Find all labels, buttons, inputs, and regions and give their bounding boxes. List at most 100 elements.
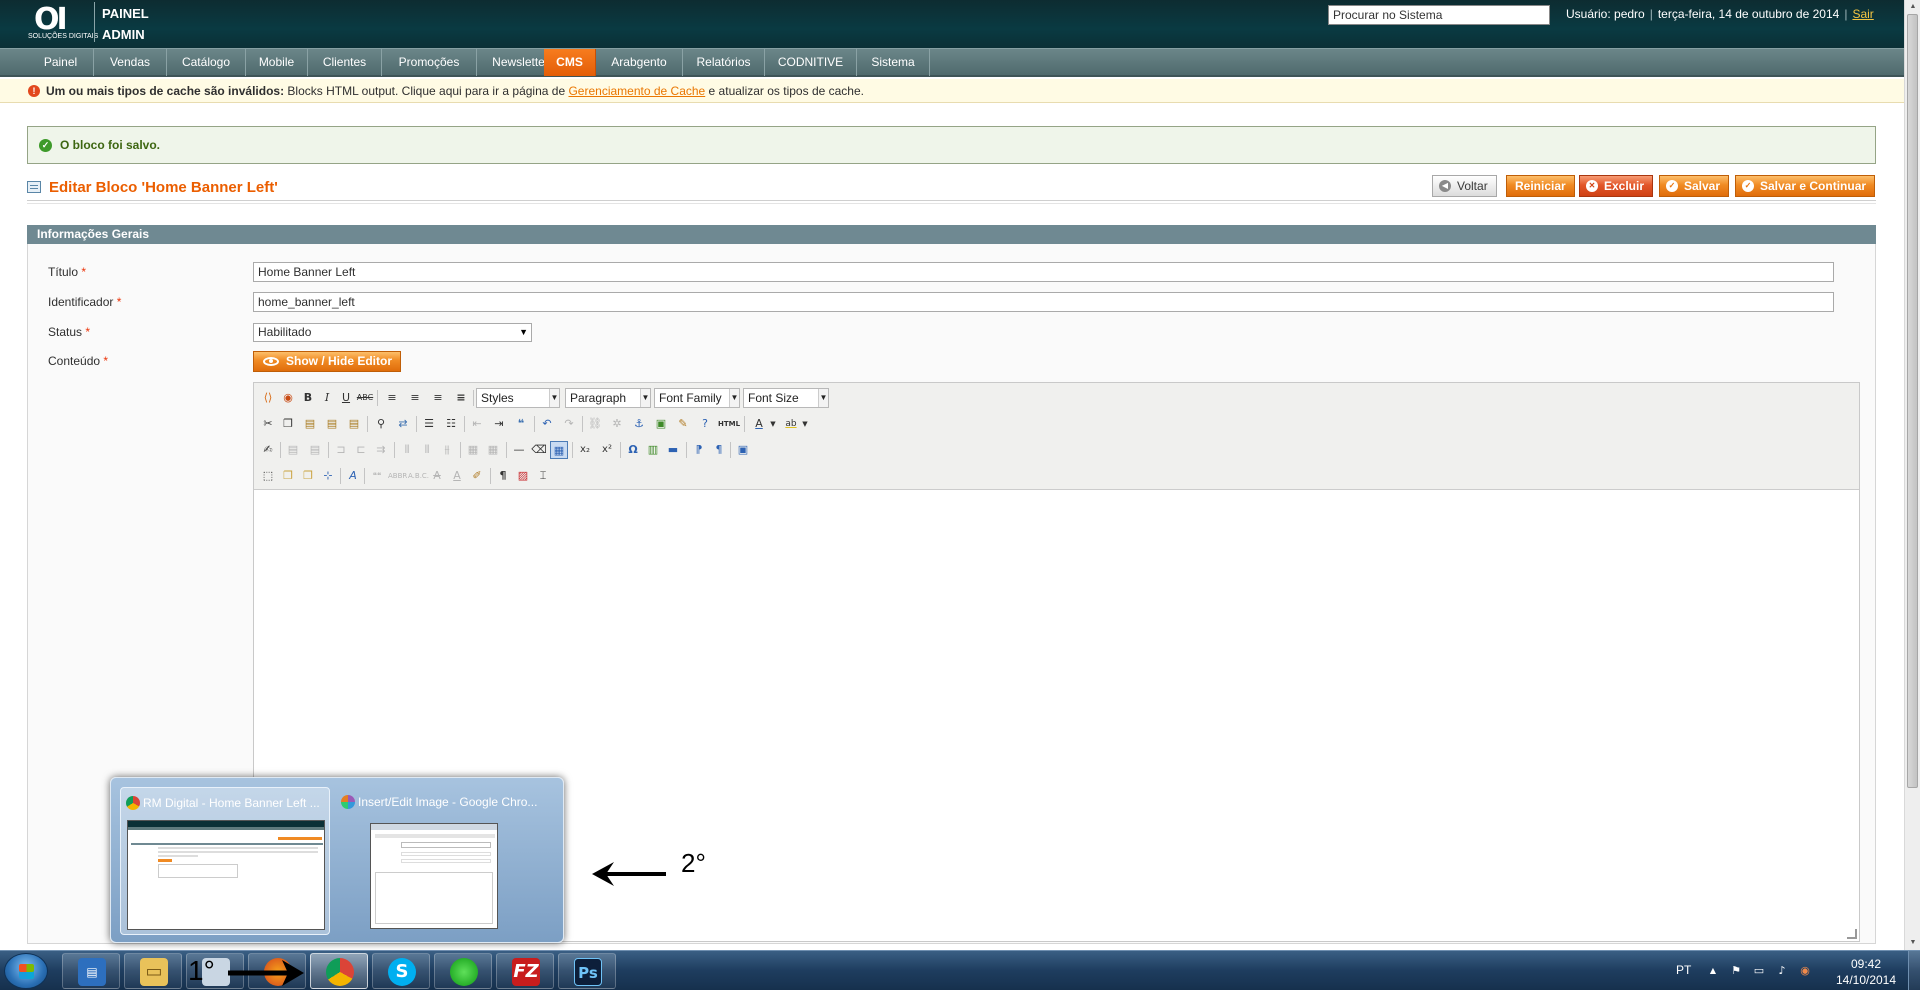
- save-button[interactable]: ✓ Salvar: [1659, 175, 1730, 197]
- cache-management-link[interactable]: Gerenciamento de Cache: [568, 84, 705, 98]
- font-family-dropdown[interactable]: Font Family ▼: [654, 388, 740, 408]
- move-backward-icon[interactable]: ❐: [299, 467, 317, 485]
- network-icon[interactable]: ▭: [1752, 964, 1766, 978]
- nav-promocoes[interactable]: Promoções: [382, 49, 477, 76]
- merge-cells-icon[interactable]: ▦: [484, 441, 502, 459]
- absolute-icon[interactable]: ⇉: [372, 441, 390, 459]
- acronym-icon[interactable]: A.B.C.: [408, 467, 429, 485]
- show-desktop-button[interactable]: [1908, 951, 1920, 990]
- taskbar-app-1[interactable]: ▤: [62, 953, 120, 989]
- delete-col-icon[interactable]: ⫵: [438, 441, 456, 459]
- underline-icon[interactable]: U: [337, 389, 355, 407]
- input-language[interactable]: PT: [1676, 963, 1691, 977]
- nav-relatorios[interactable]: Relatórios: [683, 49, 765, 76]
- unlink-icon[interactable]: ✲: [608, 415, 626, 433]
- redo-icon[interactable]: ↷: [560, 415, 578, 433]
- paste-word-icon[interactable]: ▤: [345, 415, 363, 433]
- deletion-icon[interactable]: A: [428, 467, 446, 485]
- nav-mobile[interactable]: Mobile: [246, 49, 308, 76]
- insert-row-before-icon[interactable]: ▤: [284, 441, 302, 459]
- text-color-arrow-icon[interactable]: ▼: [768, 415, 778, 433]
- nav-vendas[interactable]: Vendas: [94, 49, 167, 76]
- insert-col-after-icon[interactable]: ⫴: [418, 441, 436, 459]
- clock-time[interactable]: 09:42: [1836, 957, 1896, 971]
- nav-catalogo[interactable]: Catálogo: [167, 49, 246, 76]
- insert-col-before-icon[interactable]: ⫴: [398, 441, 416, 459]
- insert-variable-icon[interactable]: ◉: [279, 389, 297, 407]
- move-forward-icon[interactable]: ❐: [279, 467, 297, 485]
- nav-painel[interactable]: Painel: [28, 49, 94, 76]
- blockquote-icon[interactable]: ❝: [512, 415, 530, 433]
- format-dropdown[interactable]: Paragraph ▼: [565, 388, 651, 408]
- remove-format-icon[interactable]: ⌫: [530, 441, 548, 459]
- taskbar-filezilla[interactable]: FZ: [496, 953, 554, 989]
- taskbar-skype[interactable]: S: [372, 953, 430, 989]
- horizontal-rule-icon[interactable]: —: [510, 441, 528, 459]
- outdent-icon[interactable]: ⇤: [468, 415, 486, 433]
- link-icon[interactable]: ⛓: [586, 415, 604, 433]
- cut-icon[interactable]: ✂: [259, 415, 277, 433]
- background-color-arrow-icon[interactable]: ▼: [800, 415, 810, 433]
- show-hidden-icons-icon[interactable]: ▲: [1706, 964, 1720, 978]
- media-icon[interactable]: ▥: [644, 441, 662, 459]
- logout-link[interactable]: Sair: [1852, 7, 1873, 21]
- superscript-icon[interactable]: x²: [598, 441, 616, 459]
- insert-row-after-icon[interactable]: ▤: [306, 441, 324, 459]
- scrollbar-thumb[interactable]: [1907, 14, 1918, 788]
- insert-widget-icon[interactable]: ⟨⟩: [259, 389, 277, 407]
- show-blocks-icon[interactable]: ¶: [494, 467, 512, 485]
- ltr-icon[interactable]: ⁋: [690, 441, 708, 459]
- html-source-icon[interactable]: HTML: [716, 415, 742, 433]
- back-button[interactable]: ◀ Voltar: [1432, 175, 1497, 197]
- styles-dropdown[interactable]: Styles ▼: [476, 388, 560, 408]
- crop-icon[interactable]: ⊹: [319, 467, 337, 485]
- align-center-icon[interactable]: ≡: [406, 389, 424, 407]
- attributes-icon[interactable]: ✐: [468, 467, 486, 485]
- edit-css-icon[interactable]: ✍: [259, 441, 277, 459]
- taskbar-explorer[interactable]: ▭: [124, 953, 182, 989]
- template-icon[interactable]: ▨: [514, 467, 532, 485]
- paste-icon[interactable]: ▤: [301, 415, 319, 433]
- replace-icon[interactable]: ⇄: [394, 415, 412, 433]
- thumbnail-chrome-main[interactable]: RM Digital - Home Banner Left ...: [120, 787, 330, 935]
- global-search-input[interactable]: [1328, 5, 1550, 25]
- nonbreaking-icon[interactable]: ⌶: [534, 467, 552, 485]
- image-icon[interactable]: ▣: [652, 415, 670, 433]
- cleanup-icon[interactable]: ✎: [674, 415, 692, 433]
- page-break-icon[interactable]: ▬: [664, 441, 682, 459]
- help-icon[interactable]: ?: [696, 415, 714, 433]
- page-scrollbar[interactable]: ▲ ▼: [1904, 0, 1920, 950]
- taskbar-photoshop[interactable]: Ps: [558, 953, 616, 989]
- undo-icon[interactable]: ↶: [538, 415, 556, 433]
- font-size-dropdown[interactable]: Font Size ▼: [743, 388, 829, 408]
- cite-icon[interactable]: ❝❝: [368, 467, 386, 485]
- bold-icon[interactable]: B: [299, 389, 317, 407]
- clock-date[interactable]: 14/10/2014: [1828, 973, 1904, 987]
- nav-sistema[interactable]: Sistema: [857, 49, 930, 76]
- split-cells-icon[interactable]: ▦: [464, 441, 482, 459]
- bullet-list-icon[interactable]: ☰: [420, 415, 438, 433]
- strikethrough-icon[interactable]: ABC: [356, 389, 374, 407]
- action-center-flag-icon[interactable]: ⚑: [1729, 964, 1743, 978]
- italic-icon[interactable]: I: [318, 389, 336, 407]
- align-left-icon[interactable]: ≡: [383, 389, 401, 407]
- start-button[interactable]: [4, 953, 48, 989]
- rtl-icon[interactable]: ¶: [710, 441, 728, 459]
- status-select[interactable]: Habilitado ▼: [253, 323, 532, 342]
- thumbnail-insert-image[interactable]: Insert/Edit Image - Google Chro...: [336, 787, 546, 935]
- company-logo[interactable]: OI SOLUÇÕES DIGITAIS: [28, 0, 98, 44]
- fullscreen-icon[interactable]: ▣: [734, 441, 752, 459]
- indent-icon[interactable]: ⇥: [490, 415, 508, 433]
- styleprops-icon[interactable]: A: [344, 467, 362, 485]
- paste-text-icon[interactable]: ▤: [323, 415, 341, 433]
- nav-codnitive[interactable]: CODNITIVE: [765, 49, 857, 76]
- numbered-list-icon[interactable]: ☷: [442, 415, 460, 433]
- subscript-icon[interactable]: x₂: [576, 441, 594, 459]
- nav-arabgento[interactable]: Arabgento: [596, 49, 683, 76]
- volume-icon[interactable]: ♪: [1775, 964, 1789, 978]
- taskbar-chrome[interactable]: [310, 953, 368, 989]
- copy-icon[interactable]: ❐: [279, 415, 297, 433]
- special-char-icon[interactable]: Ω: [624, 441, 642, 459]
- layer-forward-icon[interactable]: ⊐: [332, 441, 350, 459]
- delete-button[interactable]: ✕ Excluir: [1579, 175, 1654, 197]
